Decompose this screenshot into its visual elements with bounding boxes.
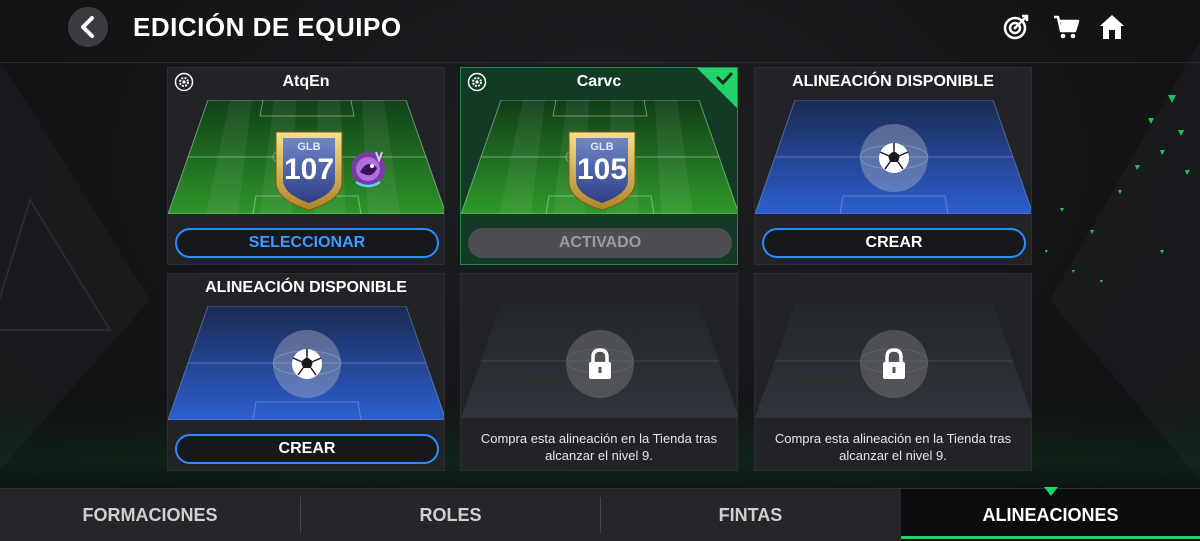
top-bar: EDICIÓN DE EQUIPO: [0, 0, 1200, 56]
lineup-card-2[interactable]: Carvc GLB 105 ACTIVADO: [460, 67, 738, 265]
locked-message: Compra esta alineación en la Tienda tras…: [774, 431, 1012, 463]
locked-message: Compra esta alineación en la Tienda tras…: [480, 431, 718, 463]
lock-circle: [566, 330, 634, 398]
badge-label: GLB: [297, 141, 321, 153]
page-title: EDICIÓN DE EQUIPO: [133, 12, 402, 42]
target-icon[interactable]: [1002, 13, 1030, 41]
lineup-card-5-locked: Compra esta alineación en la Tienda tras…: [460, 273, 738, 471]
badge-value: 105: [576, 153, 628, 186]
tab-fintas[interactable]: FINTAS: [601, 489, 900, 541]
back-button[interactable]: [68, 7, 108, 47]
header-divider: [0, 62, 1200, 63]
selected-tab-underline: [901, 536, 1200, 539]
selected-tab-indicator: [1043, 487, 1058, 496]
badge-label: GLB: [590, 141, 614, 153]
lineup-card-6-locked: Compra esta alineación en la Tienda tras…: [754, 273, 1032, 471]
lineup-name: ALINEACIÓN DISPONIBLE: [792, 73, 994, 90]
lineup-card-4[interactable]: ALINEACIÓN DISPONIBLE CREAR: [167, 273, 445, 471]
lock-icon: [589, 348, 611, 379]
tab-formaciones[interactable]: FORMACIONES: [0, 489, 300, 541]
club-crest-icon: [351, 151, 385, 188]
tab-roles[interactable]: ROLES: [301, 489, 600, 541]
lock-icon: [883, 348, 905, 379]
lineup-card-3[interactable]: ALINEACIÓN DISPONIBLE CREAR: [754, 67, 1032, 265]
activated-button: ACTIVADO: [468, 228, 732, 258]
home-icon[interactable]: [1098, 13, 1126, 41]
soccer-ball-icon: [292, 349, 322, 379]
lineup-name: Carvc: [576, 73, 622, 90]
tab-alineaciones[interactable]: ALINEACIONES: [901, 487, 1200, 541]
soccer-ball-icon: [879, 143, 909, 173]
select-button[interactable]: SELECCIONAR: [175, 228, 439, 258]
lineup-name: ALINEACIÓN DISPONIBLE: [205, 279, 407, 296]
cart-icon[interactable]: [1052, 13, 1080, 41]
chevron-left-icon: [81, 16, 94, 38]
tab-label: ALINEACIONES: [982, 504, 1119, 525]
create-button[interactable]: CREAR: [762, 228, 1026, 258]
create-lineup-icon: [273, 330, 341, 398]
bottom-tab-bar: FORMACIONES ROLES FINTAS ALINEACIONES: [0, 487, 1200, 541]
lock-circle: [860, 330, 928, 398]
lineup-name: AtqEn: [282, 73, 330, 90]
lineup-card-1[interactable]: AtqEn GLB 107 SELECCIONAR: [167, 67, 445, 265]
create-lineup-icon: [860, 124, 928, 192]
badge-value: 107: [283, 153, 335, 186]
create-button[interactable]: CREAR: [175, 434, 439, 464]
